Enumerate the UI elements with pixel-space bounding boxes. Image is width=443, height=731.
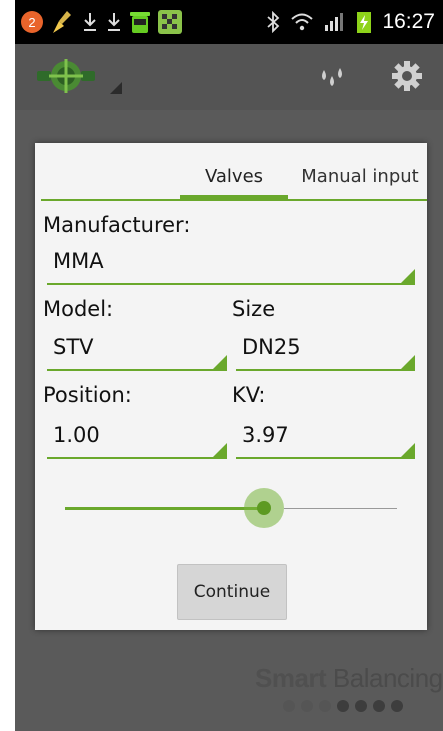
- page-dot: [319, 700, 331, 712]
- app-menu-dropdown-indicator[interactable]: [110, 82, 122, 94]
- smart-balancing-logo: Smart Balancing: [255, 663, 443, 694]
- status-bar: 2 16:27: [15, 0, 443, 44]
- kv-label: KV:: [232, 383, 266, 407]
- dropdown-corner-icon: [211, 443, 227, 459]
- page-dot: [391, 700, 403, 712]
- position-value: 1.00: [53, 423, 100, 447]
- spinner-underline: [236, 457, 415, 459]
- position-slider[interactable]: [65, 483, 397, 533]
- system-icons: 16:27: [266, 8, 435, 36]
- page-dot: [283, 700, 295, 712]
- position-label: Position:: [43, 383, 132, 407]
- dropdown-corner-icon: [211, 355, 227, 371]
- size-spinner[interactable]: DN25: [236, 331, 415, 371]
- phone-screen: 2 16:27 Valves Manual input Manufacturer…: [15, 0, 443, 731]
- manufacturer-value: MMA: [53, 249, 104, 273]
- tab-valves[interactable]: Valves: [180, 157, 288, 199]
- battery-icon: [356, 10, 372, 34]
- gear-icon[interactable]: [391, 60, 423, 96]
- slider-thumb-core: [257, 501, 271, 515]
- bluetooth-icon: [266, 11, 280, 33]
- page-dot: [301, 700, 313, 712]
- action-bar: [15, 44, 443, 110]
- slider-track-filled: [65, 507, 264, 510]
- kv-value: 3.97: [242, 423, 289, 447]
- tab-manual-input[interactable]: Manual input: [293, 157, 427, 197]
- manufacturer-label: Manufacturer:: [43, 213, 191, 237]
- brand-rest: Balancing: [326, 663, 443, 693]
- orange-badge-icon: 2: [19, 9, 45, 35]
- notification-icons: 2: [19, 8, 183, 36]
- dropdown-corner-icon: [399, 269, 415, 285]
- brand-bold: Smart: [255, 663, 327, 693]
- size-label: Size: [232, 297, 276, 321]
- status-clock: 16:27: [382, 10, 435, 33]
- manufacturer-spinner[interactable]: MMA: [47, 245, 415, 285]
- valve-logo-icon[interactable]: [35, 56, 97, 100]
- page-dot: [373, 700, 385, 712]
- broom-icon: [51, 9, 75, 35]
- valve-selection-dialog: Valves Manual input Manufacturer: MMA Mo…: [35, 143, 427, 630]
- tab-divider: [41, 199, 427, 201]
- page-dot: [355, 700, 367, 712]
- checker-app-icon: [157, 9, 183, 35]
- model-label: Model:: [43, 297, 114, 321]
- page-dot: [337, 700, 349, 712]
- slider-thumb[interactable]: [244, 488, 284, 528]
- spinner-underline: [47, 283, 415, 285]
- spinner-underline: [236, 369, 415, 371]
- download-icon: [105, 10, 123, 34]
- model-spinner[interactable]: STV: [47, 331, 227, 371]
- trash-green-icon: [129, 9, 151, 35]
- signal-icon: [324, 12, 346, 32]
- notification-badge-count: 2: [28, 15, 35, 30]
- dropdown-corner-icon: [399, 355, 415, 371]
- slider-track-empty: [284, 508, 397, 509]
- position-spinner[interactable]: 1.00: [47, 419, 227, 459]
- spinner-underline: [47, 369, 227, 371]
- page-indicator: [283, 700, 403, 712]
- continue-button[interactable]: Continue: [177, 564, 287, 620]
- kv-spinner[interactable]: 3.97: [236, 419, 415, 459]
- water-drops-icon[interactable]: [315, 62, 349, 96]
- model-value: STV: [53, 335, 94, 359]
- dropdown-corner-icon: [399, 443, 415, 459]
- spinner-underline: [47, 457, 227, 459]
- wifi-icon: [290, 12, 314, 32]
- dialog-tabs: Valves Manual input: [35, 143, 427, 201]
- download-icon: [81, 10, 99, 34]
- size-value: DN25: [242, 335, 301, 359]
